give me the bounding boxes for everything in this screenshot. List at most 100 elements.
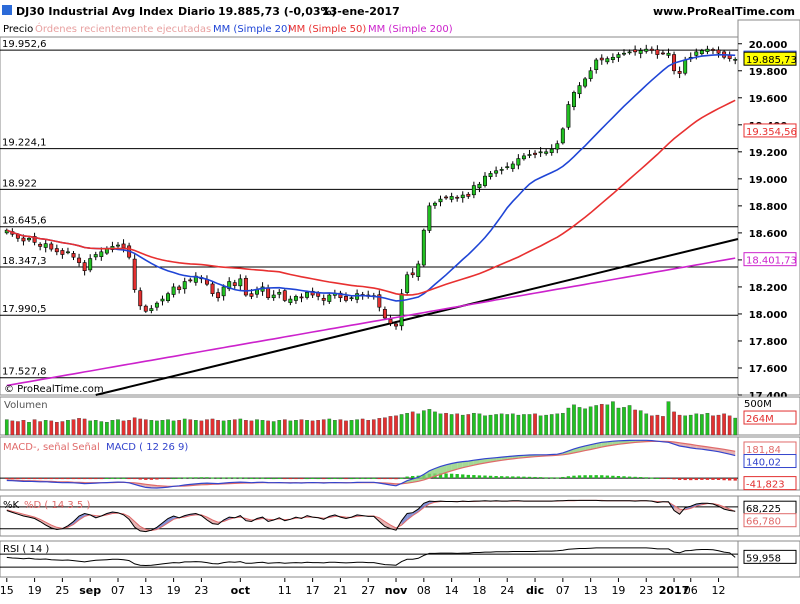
candle-body[interactable] [344, 296, 347, 300]
candle-body[interactable] [444, 197, 447, 198]
candle-body[interactable] [633, 50, 636, 52]
candle-body[interactable] [417, 264, 420, 277]
candle-body[interactable] [211, 284, 214, 294]
candle-body[interactable] [472, 186, 475, 195]
candle-body[interactable] [506, 167, 509, 168]
candle-body[interactable] [266, 288, 269, 298]
candle-body[interactable] [600, 58, 603, 60]
candle-body[interactable] [578, 86, 581, 94]
candle-body[interactable] [595, 60, 598, 70]
candle-body[interactable] [645, 49, 648, 51]
candle-body[interactable] [684, 60, 687, 73]
candle-body[interactable] [244, 278, 247, 295]
candle-body[interactable] [511, 164, 514, 169]
candle-body[interactable] [439, 199, 442, 202]
candle-body[interactable] [294, 296, 297, 300]
candle-body[interactable] [700, 51, 703, 54]
candle-body[interactable] [389, 319, 392, 323]
candle-body[interactable] [467, 194, 470, 196]
candle-body[interactable] [89, 259, 92, 270]
candle-body[interactable] [734, 59, 737, 60]
candle-body[interactable] [66, 252, 69, 253]
candle-body[interactable] [383, 309, 386, 318]
candle-body[interactable] [461, 195, 464, 198]
candle-body[interactable] [183, 282, 186, 289]
candle-body[interactable] [639, 51, 642, 54]
candle-body[interactable] [50, 244, 53, 249]
candle-body[interactable] [706, 49, 709, 51]
candle-body[interactable] [27, 238, 30, 240]
volume-panel[interactable]: 500M264M [0, 397, 800, 435]
candle-body[interactable] [544, 152, 547, 154]
candle-body[interactable] [717, 50, 720, 53]
candle-body[interactable] [556, 144, 559, 149]
candle-body[interactable] [695, 52, 698, 56]
candle-body[interactable] [500, 169, 503, 170]
candle-body[interactable] [105, 249, 108, 253]
candle-body[interactable] [478, 184, 481, 188]
candle-body[interactable] [94, 255, 97, 257]
candle-body[interactable] [483, 176, 486, 185]
candle-body[interactable] [517, 159, 520, 165]
price-panel[interactable]: 20.00019.80019.60019.40019.20019.00018.8… [0, 20, 800, 402]
candle-body[interactable] [317, 293, 320, 296]
candle-body[interactable] [528, 155, 531, 156]
candle-body[interactable] [456, 197, 459, 198]
candle-body[interactable] [150, 309, 153, 311]
candle-body[interactable] [250, 294, 253, 297]
candle-body[interactable] [561, 129, 564, 143]
candle-body[interactable] [411, 273, 414, 275]
candle-body[interactable] [400, 294, 403, 326]
candle-body[interactable] [589, 71, 592, 79]
candle-body[interactable] [711, 49, 714, 50]
candle-body[interactable] [539, 152, 542, 153]
candle-body[interactable] [161, 299, 164, 301]
candle-body[interactable] [617, 55, 620, 58]
candle-body[interactable] [622, 53, 625, 54]
candle-body[interactable] [100, 252, 103, 257]
candle-body[interactable] [144, 306, 147, 311]
candle-body[interactable] [233, 283, 236, 286]
candle-body[interactable] [667, 53, 670, 55]
candle-body[interactable] [222, 287, 225, 296]
candle-body[interactable] [533, 153, 536, 154]
candle-body[interactable] [55, 249, 58, 252]
candle-body[interactable] [133, 259, 136, 290]
candle-body[interactable] [678, 71, 681, 73]
candle-body[interactable] [328, 295, 331, 301]
candle-body[interactable] [278, 292, 281, 294]
candle-body[interactable] [322, 298, 325, 300]
candle-body[interactable] [650, 49, 653, 50]
candle-body[interactable] [177, 287, 180, 290]
candle-body[interactable] [172, 287, 175, 295]
candle-body[interactable] [583, 79, 586, 86]
candle-body[interactable] [122, 244, 125, 248]
candle-body[interactable] [61, 250, 64, 254]
candle-body[interactable] [289, 299, 292, 303]
candle-body[interactable] [350, 298, 353, 299]
candle-body[interactable] [38, 244, 41, 246]
candle-body[interactable] [216, 293, 219, 298]
candle-body[interactable] [283, 291, 286, 301]
candle-body[interactable] [394, 324, 397, 326]
candle-body[interactable] [116, 245, 119, 246]
candle-body[interactable] [405, 275, 408, 293]
candle-body[interactable] [522, 156, 525, 159]
candle-body[interactable] [611, 57, 614, 59]
candle-body[interactable] [628, 52, 631, 53]
candle-body[interactable] [550, 149, 553, 153]
candle-body[interactable] [139, 291, 142, 306]
app-icon[interactable] [2, 5, 12, 15]
candle-body[interactable] [661, 53, 664, 54]
candle-body[interactable] [606, 59, 609, 62]
candle-body[interactable] [83, 263, 86, 271]
candle-body[interactable] [305, 292, 308, 297]
candle-body[interactable] [567, 105, 570, 128]
candle-body[interactable] [77, 258, 80, 263]
stochastic-panel[interactable]: 68,22566,780 [0, 496, 800, 536]
candle-body[interactable] [450, 196, 453, 199]
candle-body[interactable] [433, 203, 436, 205]
candle-body[interactable] [428, 206, 431, 231]
candle-body[interactable] [239, 279, 242, 286]
candle-body[interactable] [155, 303, 158, 307]
